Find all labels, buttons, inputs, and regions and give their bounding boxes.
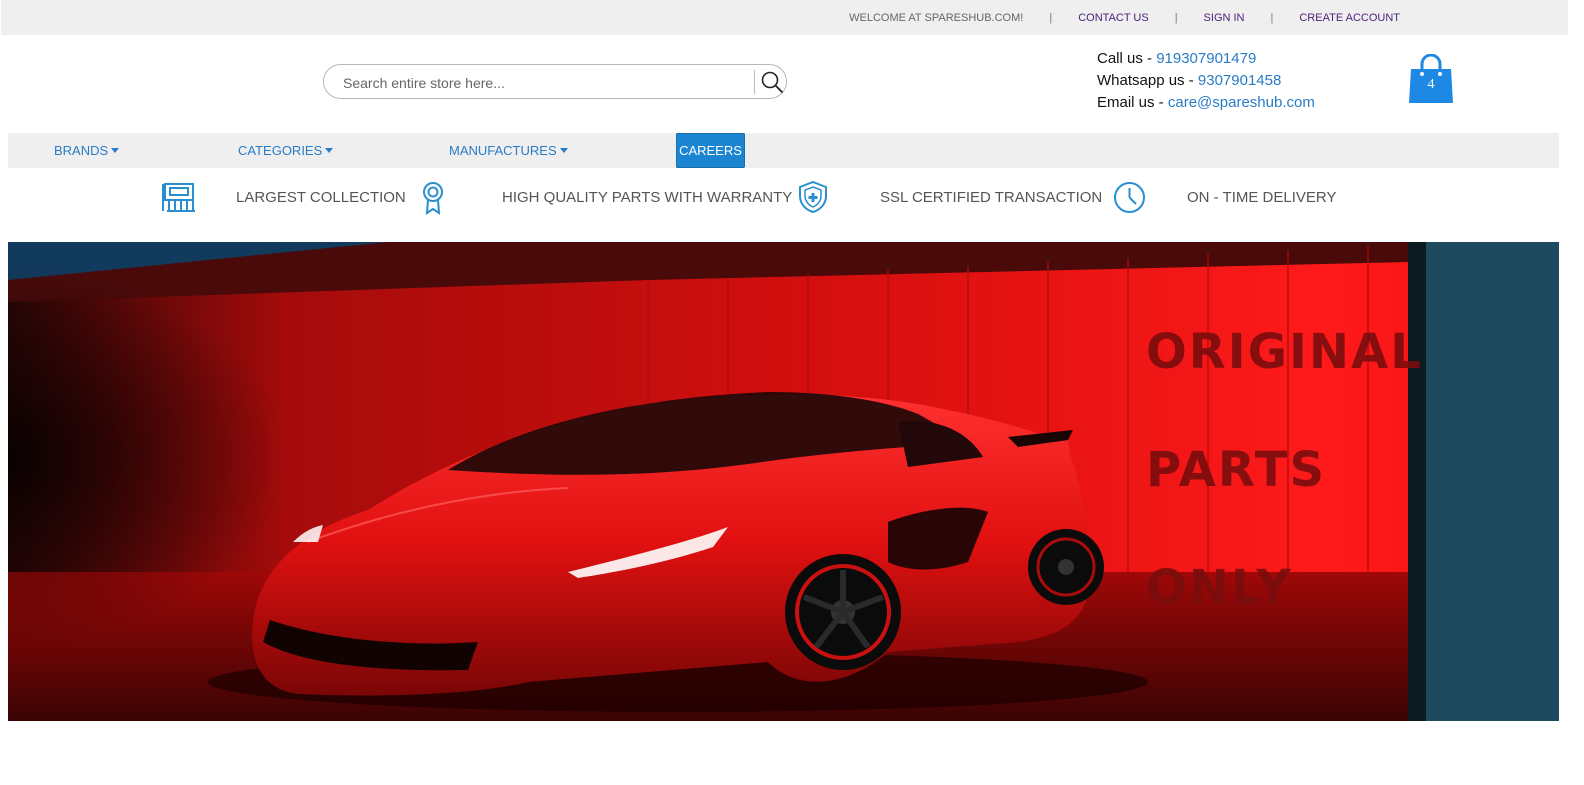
feature-ssl-certified: SSL CERTIFIED TRANSACTION: [880, 189, 1103, 206]
hero-banner[interactable]: ORIGINAL PARTS ONLY: [8, 242, 1559, 721]
search-box: [323, 64, 788, 100]
parts-collection-icon: [162, 183, 195, 212]
call-label: Call us -: [1097, 50, 1157, 67]
careers-button[interactable]: CAREERS: [676, 133, 745, 168]
nav-categories[interactable]: CATEGORIES: [238, 133, 334, 168]
main-nav: BRANDS CATEGORIES MANUFACTURES CAREERS: [8, 133, 1559, 168]
award-ribbon-icon: [423, 182, 443, 215]
nav-categories-label: CATEGORIES: [238, 143, 323, 158]
search-input[interactable]: [341, 65, 745, 100]
call-row: Call us - 919307901479: [1097, 48, 1315, 70]
nav-manufactures-label: MANUFACTURES: [449, 143, 557, 158]
welcome-text: WELCOME AT SPARESHUB.COM!: [849, 11, 1024, 24]
hero-headline-parts: PARTS: [1146, 442, 1327, 498]
shield-icon: [799, 180, 827, 214]
nav-brands-label: BRANDS: [54, 143, 109, 158]
search-icon: [761, 71, 783, 93]
feature-on-time-delivery: ON - TIME DELIVERY: [1187, 189, 1337, 206]
hero-headline-only: ONLY: [1146, 560, 1293, 616]
caret-down-icon: [325, 148, 334, 153]
separator: |: [1049, 11, 1053, 24]
contact-us-link[interactable]: CONTACT US: [1078, 12, 1149, 24]
whatsapp-row: Whatsapp us - 9307901458: [1097, 70, 1315, 92]
clock-icon: [1114, 182, 1145, 213]
separator: |: [1174, 11, 1178, 24]
sports-car-image: [8, 242, 1559, 721]
caret-down-icon: [559, 148, 568, 153]
sign-in-link[interactable]: SIGN IN: [1204, 12, 1245, 24]
cart-count: 4: [1427, 77, 1435, 92]
create-account-link[interactable]: CREATE ACCOUNT: [1299, 12, 1400, 24]
hero-headline-original: ORIGINAL: [1146, 324, 1423, 380]
search-divider: [754, 70, 755, 94]
email-address[interactable]: care@spareshub.com: [1168, 94, 1315, 111]
top-utility-bar: WELCOME AT SPARESHUB.COM! | CONTACT US |…: [1, 0, 1568, 35]
contact-info: Call us - 919307901479 Whatsapp us - 930…: [1097, 48, 1315, 114]
nav-manufactures[interactable]: MANUFACTURES: [449, 133, 568, 168]
whatsapp-number[interactable]: 9307901458: [1198, 72, 1281, 89]
caret-down-icon: [111, 148, 120, 153]
separator: |: [1270, 11, 1274, 24]
feature-high-quality-parts: HIGH QUALITY PARTS WITH WARRANTY: [502, 189, 793, 206]
call-number[interactable]: 919307901479: [1156, 50, 1256, 67]
email-label: Email us -: [1097, 94, 1168, 111]
top-links: WELCOME AT SPARESHUB.COM! | CONTACT US |…: [849, 0, 1400, 35]
cart-button[interactable]: 4: [1408, 53, 1454, 104]
feature-largest-collection: LARGEST COLLECTION: [236, 189, 406, 206]
search-button[interactable]: [756, 65, 788, 98]
nav-brands[interactable]: BRANDS: [54, 133, 120, 168]
whatsapp-label: Whatsapp us -: [1097, 72, 1198, 89]
email-row: Email us - care@spareshub.com: [1097, 92, 1315, 114]
